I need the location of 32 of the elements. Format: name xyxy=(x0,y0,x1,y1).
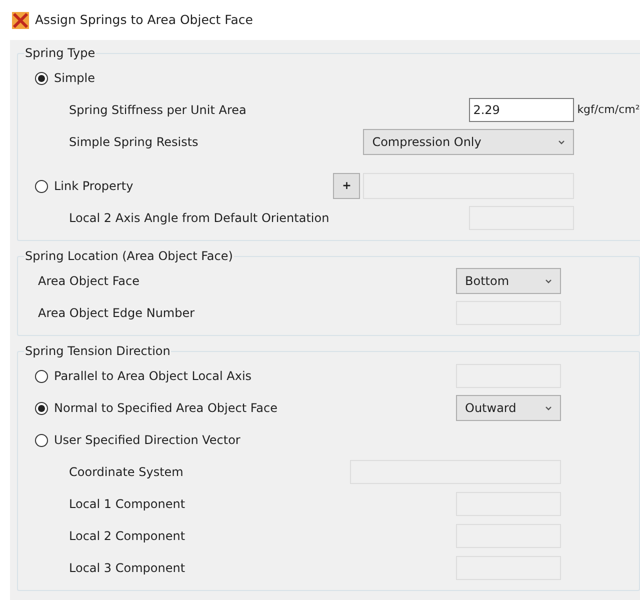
field-label: Local 2 Axis Angle from Default Orientation xyxy=(69,210,330,227)
dropdown[interactable]: Outward xyxy=(456,395,561,421)
chevron-icon xyxy=(558,140,566,144)
dropdown[interactable]: Bottom xyxy=(456,268,561,294)
field-label: Area Object Edge Number xyxy=(38,305,195,322)
field-label: Spring Stiffness per Unit Area xyxy=(69,102,246,119)
radio-button[interactable] xyxy=(35,370,48,382)
field-label: Local 1 Component xyxy=(69,496,186,513)
radio-button[interactable] xyxy=(35,402,48,414)
radio-button[interactable] xyxy=(35,180,48,192)
input-field[interactable]: 2.29 xyxy=(469,98,574,122)
app-icon xyxy=(12,12,29,28)
field-label: Simple Spring Resists xyxy=(69,134,198,151)
radio-label[interactable]: Simple xyxy=(54,69,95,87)
group-title: Spring Location (Area Object Face) xyxy=(24,248,234,265)
field-label: Coordinate System xyxy=(69,464,184,481)
radio-label[interactable]: Parallel to Area Object Local Axis xyxy=(54,367,252,385)
chevron-icon xyxy=(545,278,552,284)
radio-label[interactable]: Link Property xyxy=(54,177,134,195)
chevron-icon xyxy=(545,406,552,410)
unit-label: kgf/cm/cm² xyxy=(577,102,640,118)
field-label: Area Object Face xyxy=(38,273,140,290)
radio-button[interactable] xyxy=(35,434,48,446)
radio-label[interactable]: Normal to Specified Area Object Face xyxy=(54,399,278,417)
radio-label[interactable]: User Specified Direction Vector xyxy=(54,431,240,449)
field-label: Local 3 Component xyxy=(69,560,186,577)
radio-button[interactable] xyxy=(35,72,48,84)
dropdown[interactable]: Compression Only xyxy=(363,129,574,155)
group-title: Spring Type xyxy=(24,45,96,62)
window-title: Assign Springs to Area Object Face xyxy=(35,10,253,29)
field-label: Local 2 Component xyxy=(69,528,186,545)
group-title: Spring Tension Direction xyxy=(24,343,172,360)
